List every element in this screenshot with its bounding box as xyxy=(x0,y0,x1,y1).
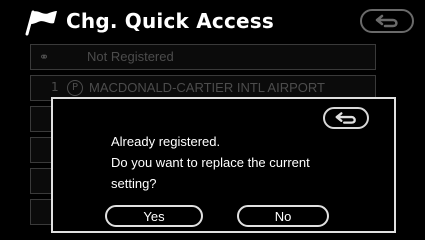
dialog-back-button[interactable] xyxy=(323,107,369,129)
header: Chg. Quick Access xyxy=(0,0,425,42)
return-arrow-icon xyxy=(335,112,356,124)
dialog-message-line: Do you want to replace the current xyxy=(111,155,310,170)
binoculars-icon: ⚭ xyxy=(39,50,50,64)
list-item-number: 1 xyxy=(51,80,59,94)
confirm-dialog: Already registered. Do you want to repla… xyxy=(51,97,396,233)
page-title: Chg. Quick Access xyxy=(66,9,274,33)
screen: Chg. Quick Access ⚭ Not Registered 1 P M… xyxy=(0,0,425,240)
dialog-message: Already registered. Do you want to repla… xyxy=(111,131,351,194)
list-item-label: Not Registered xyxy=(87,49,174,64)
flag-icon xyxy=(25,10,57,36)
parking-badge-icon: P xyxy=(67,80,83,96)
list-item[interactable]: ⚭ Not Registered xyxy=(30,44,376,70)
no-button[interactable]: No xyxy=(237,205,329,227)
list-item-label: MACDONALD-CARTIER INTL AIRPORT xyxy=(89,80,325,95)
yes-button[interactable]: Yes xyxy=(105,205,203,227)
return-arrow-icon xyxy=(375,14,398,28)
dialog-message-line: Already registered. xyxy=(111,134,221,149)
back-button[interactable] xyxy=(360,9,414,33)
dialog-message-line: setting? xyxy=(111,176,157,191)
